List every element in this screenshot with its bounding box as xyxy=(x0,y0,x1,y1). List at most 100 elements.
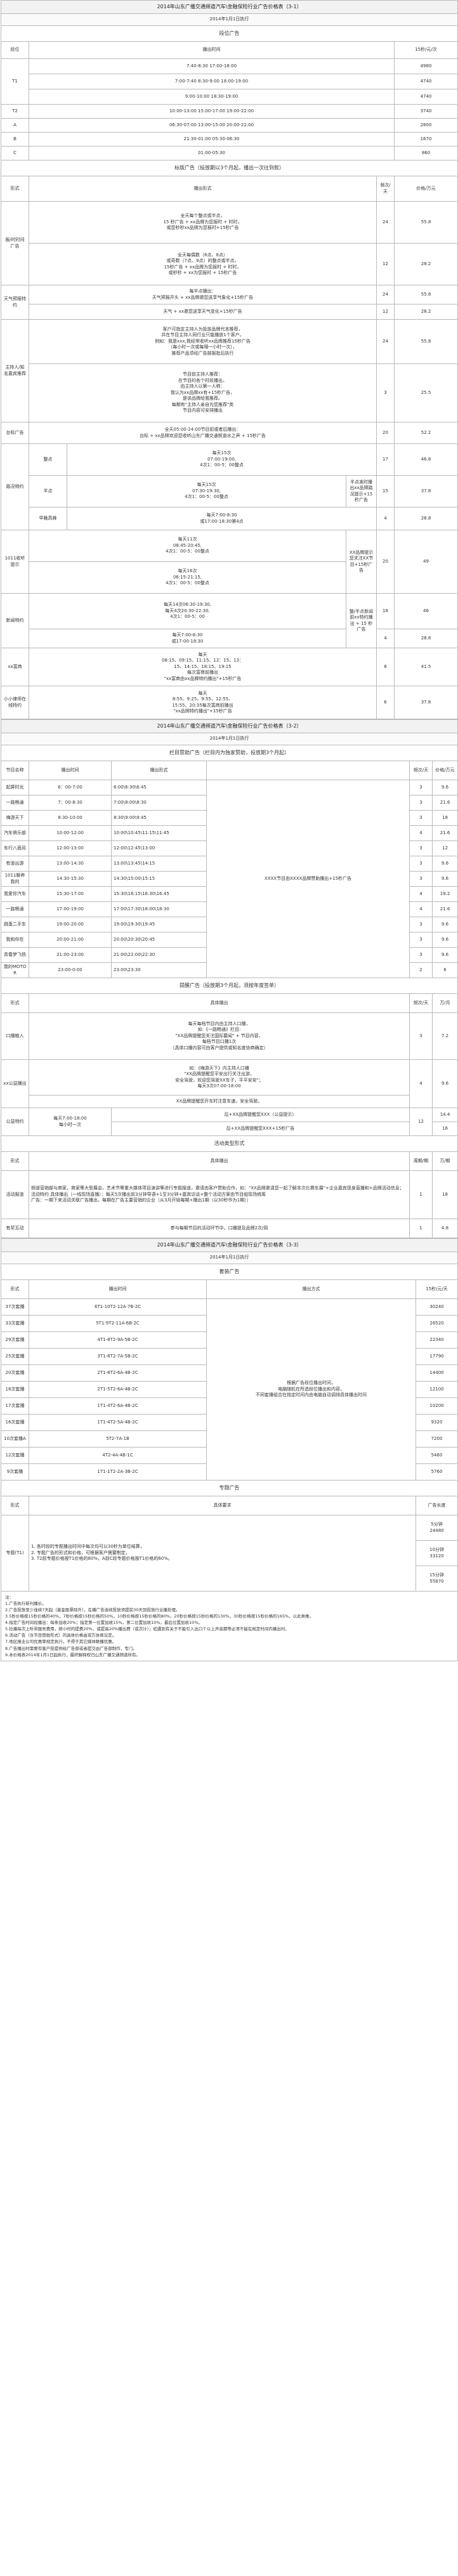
price-cell: 12100 xyxy=(415,1381,458,1398)
table-row: T2 10:00-13:00 15:00-17:00 19:00-22:00 3… xyxy=(1,104,458,119)
time-cell: 19:00-20:00 xyxy=(29,917,112,932)
price-cell: 49 xyxy=(394,530,458,594)
segment-cell: T2 xyxy=(1,104,29,119)
merged-desc-cell: 根据广告段位播出时间， 电脑随机在所选段位播出和内容， 不同套播组合在指定时间内… xyxy=(206,1298,416,1481)
form-cell: 20次套播 xyxy=(1,1364,29,1382)
time-cell: 8:30-10:00 xyxy=(29,810,112,826)
form-cell: 主持人/知名嘉宾推荐 xyxy=(1,319,29,422)
price-cell: 3740 xyxy=(394,104,458,119)
price-cell: 7.2 xyxy=(432,1012,458,1060)
header-cell: 频次/天 xyxy=(409,993,433,1013)
price-cell: 9.6 xyxy=(432,856,458,872)
price-cell: 17790 xyxy=(415,1348,458,1365)
table-row: 路况特约 整点 每天15次 07:00-19:00, 4次1：00-5：00整点… xyxy=(1,443,458,530)
schedule-cell: 每天11次 08:45-20:45, 4次1：00-5：00整点 xyxy=(29,530,346,562)
table-row: 节目前主持人推荐： 在节目的各个时段播出， 由主持人以第一人称： 我认为xx品牌… xyxy=(1,363,458,422)
schedule-cell: 每天14次06:30-19:30, 每天4次20:30-22:30, 4次1：0… xyxy=(29,593,346,629)
schedule-cell: 每天7:00-8:30 或17:00-18:30第4点 xyxy=(67,507,377,530)
price-cell: 4740 xyxy=(394,89,458,105)
freq-cell: 3 xyxy=(376,363,395,422)
table-row: 起屏时光 6：00-7:00 6:00\6:30\6:45 XXXX节目由XXX… xyxy=(1,780,458,978)
header-cell: 具体要求 xyxy=(29,1496,416,1515)
freq-cell: 15 xyxy=(376,475,395,507)
program-cell: 1011聊养我的 xyxy=(1,871,29,887)
time-cell: 06:30-07:00 13:00-15:00 20:00-22:00 xyxy=(29,118,395,133)
form-cell: 6:00\6:30\6:45 xyxy=(111,780,207,795)
program-cell: 嗨游天下 xyxy=(1,810,29,826)
form-cell: 25次套播 xyxy=(1,1348,29,1365)
schedule-cell: 每天16次 06:15-21:15, 4次1：00-5：00整点 xyxy=(29,561,346,594)
program-cell: 我和你在 xyxy=(1,932,29,948)
program-cell: 跳蚤二手车 xyxy=(1,917,29,932)
price-cell: 9.6 xyxy=(432,1059,458,1108)
header-cell: 万/期 xyxy=(432,1151,458,1171)
table-title: 2014年山东广播交通频道汽车\金融保险行业广告价格表（3-1） xyxy=(1,0,458,14)
table-row: 天气预报特约 每半点播出： 天气预报开头 + xx品牌邀您送享气象化+15秒广告… xyxy=(1,285,458,320)
header-cell: 段位 xyxy=(1,41,29,59)
time-cell: 5T2-7A-1B xyxy=(29,1430,207,1448)
form-cell: 10次套播A xyxy=(1,1430,29,1448)
ad-price: 33120 xyxy=(429,1553,444,1559)
form-cell: 口播植入 xyxy=(1,1012,29,1060)
header-cell: 形式 xyxy=(1,1279,29,1299)
time-cell: 1T1-4T2-5A-4B-2C xyxy=(29,1414,207,1431)
form-cell: 专题(T1) xyxy=(1,1515,29,1592)
freq-cell: 3 xyxy=(409,810,433,826)
freq-cell: 3 xyxy=(409,932,433,948)
price-cell: 25.5 xyxy=(394,363,458,422)
time-cell: 10:00-13:00 15:00-17:00 19:00-22:00 xyxy=(29,104,395,119)
desc-cell: 全天每个整点或半点， 15 秒广告 + xx品牌为您报时 + 时时， 或您秒秒x… xyxy=(29,201,377,244)
desc-cell: 每天 8:55、9:25、9:55、12:55、 15:55、20:35每次富商… xyxy=(29,686,377,719)
table-row: 全天每偶数（6点、8点） 或奇数（7点、9点）的整点或半点， 15秒广告 + x… xyxy=(1,243,458,285)
desc-cell: 全天每偶数（6点、8点） 或奇数（7点、9点）的整点或半点， 15秒广告 + x… xyxy=(29,243,377,285)
ad-price: 55870 xyxy=(429,1578,444,1584)
schedule-cell: 每天7:00-8:30 或17:00-18:30 xyxy=(29,629,346,648)
table-title: 2014年山东广播交通频道汽车\金融保险行业广告价格表（3-2） xyxy=(1,719,458,733)
table-header: 形式 具体播出 频次/天 万/月 xyxy=(1,993,458,1013)
ad-length: 5分钟 xyxy=(431,1522,443,1527)
freq-cell: 4 xyxy=(409,825,433,841)
form-cell: 15:30\16:15\16:30\16:45 xyxy=(111,886,207,902)
notes-row: 注： 1.广告执行新刊播价。 2.广告投放至少连续7天起（基金股票除外），在播广告… xyxy=(1,1591,458,1661)
price-cell: 2800 xyxy=(394,118,458,133)
time-cell: 5T1-9T2-11A-6B-2C xyxy=(29,1315,207,1332)
price-cell: 10分钟 33120 xyxy=(415,1540,458,1566)
program-cell: 一路畅通 xyxy=(1,795,29,811)
table-row: XX品牌提醒您开车时注意车速，安全驾驶。 xyxy=(1,1095,458,1108)
price-cell: 28.2 xyxy=(394,304,458,320)
time-cell: 01:00-05:30 xyxy=(29,146,395,160)
header-cell: 价格/万元 xyxy=(432,761,458,780)
price-cell: 22340 xyxy=(415,1331,458,1349)
table-row: 口播植入 每天每档节目内由主持人口播， 如:《一路畅通》栏目: "XX品牌提醒您… xyxy=(1,1012,458,1060)
time-cell: 9:00-10:00 18:30-19:00 xyxy=(29,89,395,105)
program-cell: 汽车俱乐部 xyxy=(1,825,29,841)
form-cell: 1011收听提示 xyxy=(1,530,29,594)
freq-cell: 3 xyxy=(409,1012,433,1060)
section-title: 套装广告 xyxy=(1,1264,458,1280)
header-cell: 频次/天 xyxy=(409,761,433,780)
form-cell: xx公益播出 xyxy=(1,1059,29,1108)
freq-cell: 3 xyxy=(409,947,433,963)
form-cell: 报/时时间广告 xyxy=(1,201,29,285)
price-cell: 46.8 xyxy=(394,443,458,476)
header-cell: 形式 xyxy=(1,176,29,202)
header-cell: 播出方式 xyxy=(206,1279,416,1299)
form-cell: 新闻特约 xyxy=(1,593,29,648)
schedule-cell: 每天15次 07:30-19:30, 4次1：00-5：00整点 xyxy=(67,475,346,507)
price-cell: 12 xyxy=(432,840,458,856)
rate-table-3-3: 2014年山东广播交通频道汽车\金融保险行业广告价格表（3-3） 2014年1月… xyxy=(1,1238,458,1661)
table-header: 形式 具体播出 周期/期 万/期 xyxy=(1,1151,458,1171)
time-cell: 4T1-8T2-9A-5B-2C xyxy=(29,1331,207,1349)
header-cell: 形式 xyxy=(1,1151,29,1171)
price-cell: 5分钟 24480 xyxy=(415,1515,458,1541)
type-cell: 半点 xyxy=(29,475,67,507)
freq-cell: 3 xyxy=(409,871,433,887)
freq-cell: 4 xyxy=(409,901,433,917)
price-cell: 5460 xyxy=(415,1447,458,1464)
time-cell: 7:40-8:30 17:00-18:00 xyxy=(29,58,395,74)
header-cell: 具体播出 xyxy=(29,1151,410,1171)
freq-cell: 12 xyxy=(376,243,395,285)
table-row: 活动报道 频道营销部与商家，商家等大型展会、艺术节等重大媒体项目演讲等进行专题报… xyxy=(1,1170,458,1219)
table-row: 半点 每天15次 07:30-19:30, 4次1：00-5：00整点 半点准时… xyxy=(1,475,458,507)
price-cell: 9.6 xyxy=(432,932,458,948)
